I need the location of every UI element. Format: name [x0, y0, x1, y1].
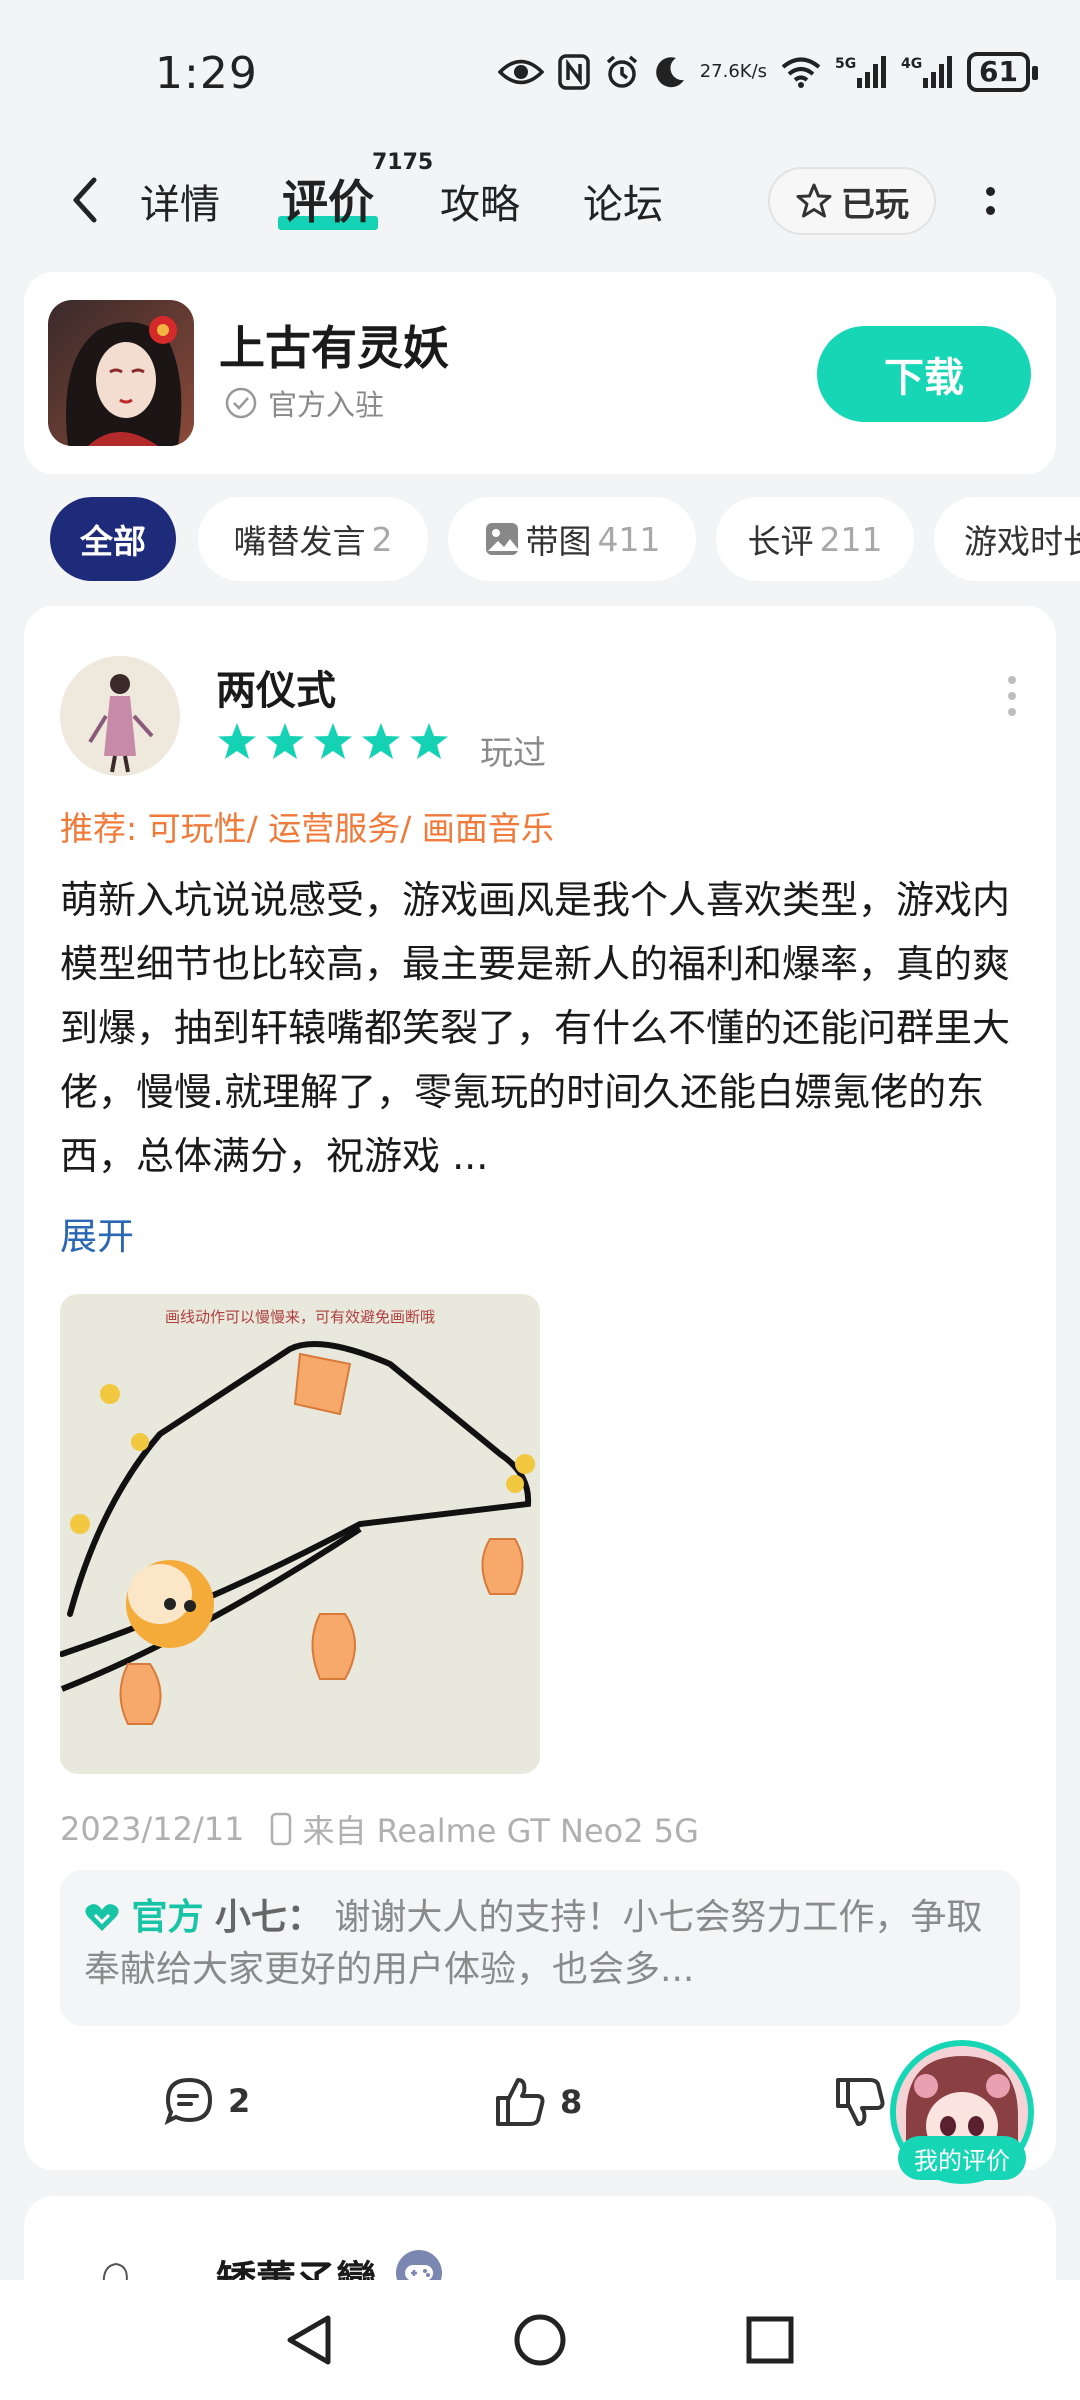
comment-icon [164, 2077, 213, 2125]
played-button[interactable]: 已玩 [768, 167, 936, 235]
game-title: 上古有灵妖 [219, 321, 449, 375]
status-icons: 27.6 K/s 5G 4G 61 [497, 48, 1038, 96]
image-icon [485, 523, 518, 555]
tab-forum[interactable]: 论坛 [583, 172, 663, 230]
tab-details[interactable]: 详情 [140, 172, 220, 230]
status-bar: 1:29 27.6 K/s 5G 4G 61 [0, 0, 1080, 140]
rating-stars [216, 721, 450, 761]
battery-indicator: 61 [967, 52, 1038, 92]
review-image[interactable]: 画线动作可以慢慢来，可有效避免画断哦 [60, 1294, 540, 1774]
filter-chip-playtime[interactable]: 游戏时长 [934, 497, 1080, 581]
filter-chip-quote[interactable]: 嘴替发言 2 [198, 497, 428, 581]
more-menu-button[interactable] [975, 174, 1005, 228]
svg-text:4G: 4G [901, 56, 922, 72]
system-nav-bar [0, 2280, 1080, 2400]
played-label: 已玩 [841, 184, 909, 225]
star-filled-icon [410, 723, 448, 759]
top-nav: 详情 评价 7175 攻略 论坛 已玩 [0, 140, 1080, 270]
thumbs-down-icon [836, 2078, 885, 2126]
game-header-card: 上古有灵妖 官方入驻 下载 [24, 272, 1056, 474]
star-filled-icon [266, 723, 304, 759]
official-label: 官方入驻 [268, 388, 385, 422]
nfc-icon [557, 54, 590, 90]
reply-author: 小七： [214, 1897, 323, 1938]
alarm-icon [604, 54, 640, 90]
signal-4g-icon: 4G [901, 54, 953, 90]
review-date: 2023/12/11 [60, 1810, 245, 1848]
review-card: 两仪式 玩过 推荐: 可玩性/ 运营服务/ 画面音乐 萌新入坑说说感受，游戏画风… [24, 606, 1056, 2170]
review-more-button[interactable] [1002, 676, 1022, 716]
reviewer-name[interactable]: 两仪式 [216, 658, 336, 716]
back-triangle-icon[interactable] [280, 2310, 340, 2370]
back-arrow-icon [73, 177, 97, 223]
net-speed: 27.6 K/s [699, 61, 768, 82]
home-circle-icon[interactable] [510, 2310, 570, 2370]
device-info: 来自 Realme GT Neo2 5G [270, 1806, 699, 1852]
download-button[interactable]: 下载 [817, 326, 1031, 422]
recommend-tags: 推荐: 可玩性/ 运营服务/ 画面音乐 [60, 809, 554, 848]
star-filled-icon [218, 723, 256, 759]
filter-chip-with-image[interactable]: 带图 411 [448, 497, 696, 581]
thumbs-up-icon [496, 2078, 545, 2126]
star-filled-icon [314, 723, 352, 759]
heart-icon [85, 1904, 119, 1931]
played-tag: 玩过 [480, 733, 546, 772]
eye-icon [497, 57, 544, 87]
phone-icon [271, 1812, 292, 1846]
filter-chip-long[interactable]: 长评 211 [716, 497, 914, 581]
star-outline-icon [796, 183, 832, 218]
game-icon[interactable] [48, 300, 194, 446]
review-count-badge: 7175 [372, 150, 434, 175]
avatar[interactable] [60, 656, 180, 776]
my-review-label[interactable]: 我的评价 [898, 2136, 1026, 2180]
review-text[interactable]: 萌新入坑说说感受，游戏画风是我个人喜欢类型，游戏内模型细节也比较高，最主要是新人… [60, 868, 1020, 1188]
wifi-icon [781, 56, 821, 88]
status-time: 1:29 [155, 48, 258, 99]
official-reply[interactable]: 官方 小七： 谢谢大人的支持！小七会努力工作，争取奉献给大家更好的用户体验，也会… [60, 1870, 1020, 2026]
recents-square-icon[interactable] [740, 2310, 800, 2370]
signal-5g-icon: 5G [835, 54, 887, 90]
review-meta: 2023/12/11 来自 Realme GT Neo2 5G [60, 1806, 699, 1852]
official-badge: 官方入驻 [224, 382, 384, 424]
svg-text:5G: 5G [835, 56, 856, 72]
dislike-button[interactable] [834, 2076, 886, 2128]
image-caption: 画线动作可以慢慢来，可有效避免画断哦 [165, 1308, 435, 1326]
expand-link[interactable]: 展开 [60, 1206, 134, 1260]
back-button[interactable] [55, 170, 115, 230]
verified-check-icon [225, 387, 257, 419]
star-filled-icon [362, 723, 400, 759]
like-button[interactable]: 8 [494, 2076, 582, 2128]
comment-button[interactable]: 2 [164, 2076, 250, 2126]
tab-guides[interactable]: 攻略 [440, 172, 520, 230]
filter-chips: 全部 嘴替发言 2 带图 411 长评 211 游戏时长 [0, 497, 1080, 581]
filter-chip-all[interactable]: 全部 [50, 497, 176, 581]
tab-reviews[interactable]: 评价 [278, 166, 378, 232]
moon-icon [654, 55, 686, 89]
official-reply-tag: 官方 [131, 1897, 204, 1938]
